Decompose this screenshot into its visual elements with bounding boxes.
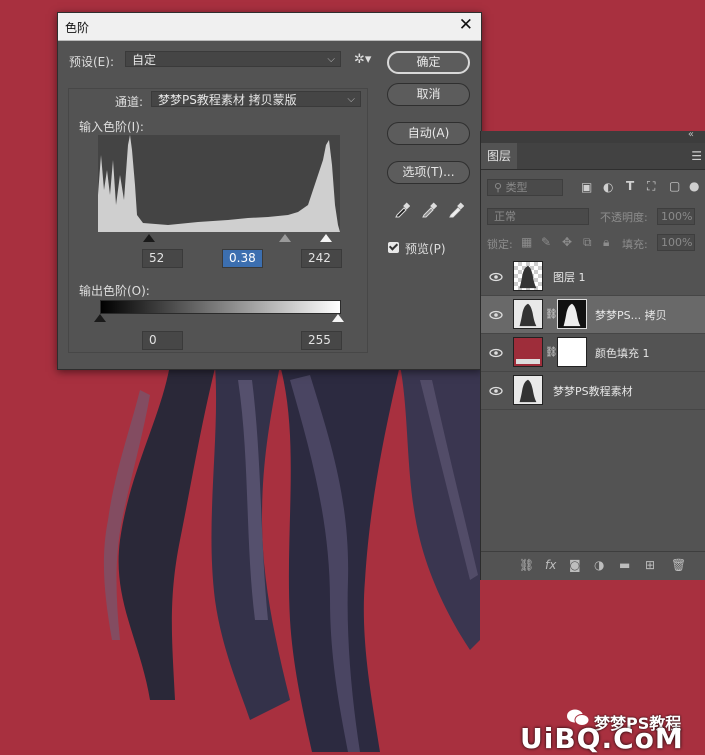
output-white-slider[interactable] — [332, 314, 344, 322]
panel-top-strip: « — [481, 129, 705, 143]
kind-filter-select[interactable]: ⚲ 类型 — [487, 179, 563, 196]
input-white-slider[interactable] — [320, 234, 332, 242]
preview-checkbox[interactable] — [388, 242, 399, 253]
layer-row[interactable]: 图层 1 — [481, 258, 705, 296]
layer-thumbnail — [513, 261, 543, 291]
pixel-filter-icon[interactable]: ▣ — [581, 180, 592, 194]
input-black-slider[interactable] — [143, 234, 155, 242]
tab-layers[interactable]: 图层 — [481, 143, 517, 169]
search-icon: ⚲ — [494, 181, 506, 194]
preset-select[interactable]: 自定 ⌵ — [125, 51, 341, 67]
channel-value: 梦梦PS教程素材 拷贝蒙版 — [158, 93, 297, 107]
histogram-graph — [98, 135, 340, 232]
lock-image-icon[interactable]: ✎ — [541, 235, 551, 249]
gray-eyedropper-icon[interactable] — [421, 202, 437, 218]
input-white-field[interactable]: 242 — [301, 249, 342, 268]
filter-toggle-icon[interactable]: ● — [689, 179, 699, 193]
input-gamma-slider[interactable] — [279, 234, 291, 242]
preset-label: 预设(E): — [69, 55, 114, 69]
histogram — [98, 135, 340, 232]
layer-name: 梦梦PS... 拷贝 — [595, 309, 667, 322]
collapse-icon[interactable]: « — [688, 129, 694, 140]
input-gamma-field[interactable]: 0.38 — [222, 249, 263, 268]
white-eyedropper-icon[interactable] — [448, 202, 464, 218]
auto-button[interactable]: 自动(A) — [387, 122, 470, 145]
output-gradient-bar — [100, 300, 341, 314]
options-button[interactable]: 选项(T)... — [387, 161, 470, 184]
layers-panel: « 图层 ☰ ⚲ 类型 ▣ ◐ T ⛶ ▢ ● 正常 不透明度: 100% 锁定… — [480, 129, 705, 580]
lock-transparent-icon[interactable]: ▦ — [521, 235, 532, 249]
hair-artwork — [103, 365, 480, 752]
fill-field[interactable]: 100% — [657, 234, 695, 251]
trash-icon[interactable]: 🗑︎ — [671, 558, 686, 572]
layer-row[interactable]: ⛓ 梦梦PS... 拷贝 — [481, 296, 705, 334]
fx-icon[interactable]: fx — [545, 558, 556, 572]
link-icon[interactable]: ⛓ — [545, 347, 558, 358]
ok-button[interactable]: 确定 — [387, 51, 470, 74]
watermark-site: UiBQ.CoM — [520, 722, 684, 755]
panel-menu-icon[interactable]: ☰ — [691, 149, 702, 163]
fill-color-thumbnail — [513, 337, 543, 367]
output-levels-label: 输出色阶(O): — [79, 284, 150, 298]
preview-label: 预览(P) — [405, 242, 446, 256]
fill-label: 填充: — [622, 238, 648, 251]
output-black-slider[interactable] — [94, 314, 106, 322]
lock-artboard-icon[interactable]: ⧉ — [583, 235, 592, 250]
opacity-label: 不透明度: — [600, 211, 648, 224]
layer-thumbnail — [513, 299, 543, 329]
layer-row[interactable]: ⛓ 颜色填充 1 — [481, 334, 705, 372]
input-black-field[interactable]: 52 — [142, 249, 183, 268]
shape-filter-icon[interactable]: ⛶ — [647, 179, 655, 194]
new-adjustment-icon[interactable]: ◑ — [594, 558, 604, 572]
lock-all-icon[interactable]: 🔒︎ — [603, 235, 609, 250]
kind-filter-value: 类型 — [505, 181, 528, 194]
layer-row[interactable]: 梦梦PS教程素材 — [481, 372, 705, 410]
cancel-button[interactable]: 取消 — [387, 83, 470, 106]
lock-label: 锁定: — [487, 238, 513, 251]
input-levels-label: 输入色阶(I): — [79, 120, 144, 134]
chevron-down-icon: ⌵ — [347, 94, 355, 105]
link-icon[interactable]: ⛓ — [545, 309, 558, 320]
gear-icon[interactable]: ✲▾ — [354, 52, 371, 67]
layer-thumbnail — [513, 375, 543, 405]
add-mask-icon[interactable]: ◙ — [569, 558, 581, 572]
black-eyedropper-icon[interactable] — [394, 202, 410, 218]
adjustment-filter-icon[interactable]: ◐ — [603, 180, 613, 194]
new-group-icon[interactable]: ▬ — [619, 558, 630, 572]
eye-icon[interactable] — [489, 308, 503, 322]
link-layers-icon[interactable]: ⛓ — [519, 558, 534, 572]
panel-tabbar: 图层 ☰ — [481, 143, 705, 170]
mask-thumbnail[interactable] — [557, 337, 587, 367]
layers-panel-footer: ⛓ fx ◙ ◑ ▬ ⊞ 🗑︎ — [481, 551, 705, 580]
output-black-field[interactable]: 0 — [142, 331, 183, 350]
channel-label: 通道: — [115, 95, 144, 109]
eye-icon[interactable] — [489, 346, 503, 360]
close-icon[interactable]: ✕ — [459, 15, 473, 35]
smart-object-filter-icon[interactable]: ▢ — [669, 179, 680, 193]
layer-name: 梦梦PS教程素材 — [553, 385, 633, 398]
eye-icon[interactable] — [489, 384, 503, 398]
dialog-titlebar[interactable]: 色阶 ✕ — [58, 13, 481, 41]
eye-icon[interactable] — [489, 270, 503, 284]
layer-name: 颜色填充 1 — [595, 347, 650, 360]
new-layer-icon[interactable]: ⊞ — [645, 558, 655, 572]
type-filter-icon[interactable]: T — [626, 179, 634, 193]
channel-select[interactable]: 梦梦PS教程素材 拷贝蒙版 ⌵ — [151, 91, 361, 107]
levels-dialog: 色阶 ✕ 预设(E): 自定 ⌵ ✲▾ 通道: 梦梦PS教程素材 拷贝蒙版 ⌵ … — [57, 12, 482, 370]
chevron-down-icon: ⌵ — [327, 54, 335, 65]
output-white-field[interactable]: 255 — [301, 331, 342, 350]
layer-name: 图层 1 — [553, 271, 586, 284]
opacity-field[interactable]: 100% — [657, 208, 695, 225]
preset-value: 自定 — [132, 53, 157, 67]
dialog-title: 色阶 — [65, 21, 90, 35]
blend-mode-select[interactable]: 正常 — [487, 208, 589, 225]
lock-position-icon[interactable]: ✥ — [562, 235, 572, 249]
mask-thumbnail[interactable] — [557, 299, 587, 329]
